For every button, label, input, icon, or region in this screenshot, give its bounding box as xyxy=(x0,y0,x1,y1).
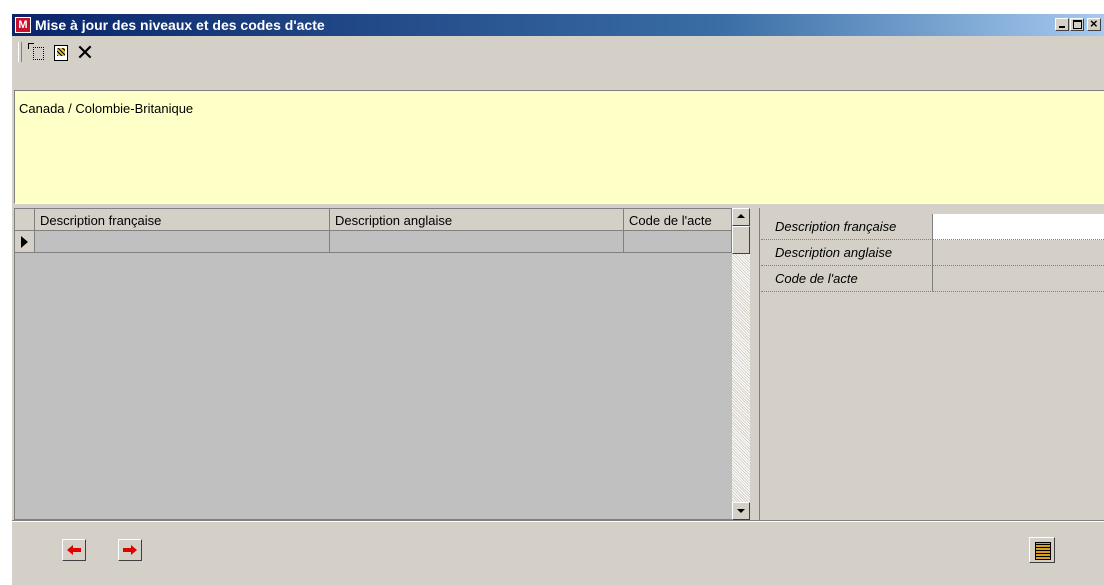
scroll-up-icon[interactable] xyxy=(732,208,750,226)
cell-code[interactable] xyxy=(624,231,732,253)
column-header-code[interactable]: Code de l'acte xyxy=(624,209,732,231)
previous-button[interactable] xyxy=(62,539,86,561)
cell-description-english[interactable] xyxy=(330,231,624,253)
description-english-field[interactable] xyxy=(933,240,1104,266)
close-button[interactable] xyxy=(1087,16,1101,31)
main-window: M Mise à jour des niveaux et des codes d… xyxy=(12,14,1104,585)
property-row-english: Description anglaise xyxy=(761,240,1104,266)
title-bar: M Mise à jour des niveaux et des codes d… xyxy=(12,14,1104,36)
current-row-arrow-icon xyxy=(21,236,28,248)
property-label: Description anglaise xyxy=(761,240,933,266)
row-indicator xyxy=(15,231,35,253)
column-header-english[interactable]: Description anglaise xyxy=(330,209,624,231)
header-indicator xyxy=(15,209,35,231)
properties-panel: Description française Description anglai… xyxy=(761,208,1104,520)
new-document-icon[interactable] xyxy=(26,42,48,64)
grid-scrollbar[interactable] xyxy=(732,208,750,520)
code-field[interactable] xyxy=(933,266,1104,292)
red-right-arrow-icon xyxy=(123,545,137,555)
scroll-down-icon[interactable] xyxy=(732,502,750,520)
location-panel: Canada / Colombie-Britanique xyxy=(14,90,1104,204)
data-grid[interactable]: Description française Description anglai… xyxy=(14,208,738,520)
red-left-arrow-icon xyxy=(67,545,81,555)
next-button[interactable] xyxy=(118,539,142,561)
tools-icon xyxy=(1035,542,1051,560)
column-header-french[interactable]: Description française xyxy=(35,209,330,231)
location-path: Canada / Colombie-Britanique xyxy=(19,101,194,116)
property-label: Description française xyxy=(761,214,933,240)
toolbar: ✕ xyxy=(12,36,1104,68)
grid-header: Description française Description anglai… xyxy=(15,209,737,231)
description-french-field[interactable] xyxy=(933,214,1104,240)
tools-button[interactable] xyxy=(1029,537,1055,563)
edit-document-icon[interactable] xyxy=(50,42,72,64)
app-icon: M xyxy=(15,17,31,33)
footer-divider xyxy=(12,520,1104,522)
window-title: Mise à jour des niveaux et des codes d'a… xyxy=(35,17,325,33)
toolbar-grip xyxy=(18,42,22,62)
property-row-french: Description française xyxy=(761,214,1104,240)
scroll-thumb[interactable] xyxy=(732,226,750,254)
delete-icon[interactable]: ✕ xyxy=(74,42,96,64)
panel-splitter[interactable] xyxy=(750,208,760,520)
property-label: Code de l'acte xyxy=(761,266,933,292)
cell-description-french[interactable] xyxy=(35,231,330,253)
maximize-button[interactable] xyxy=(1070,18,1084,31)
table-row[interactable] xyxy=(15,231,737,253)
minimize-button[interactable] xyxy=(1055,18,1069,31)
property-row-code: Code de l'acte xyxy=(761,266,1104,292)
